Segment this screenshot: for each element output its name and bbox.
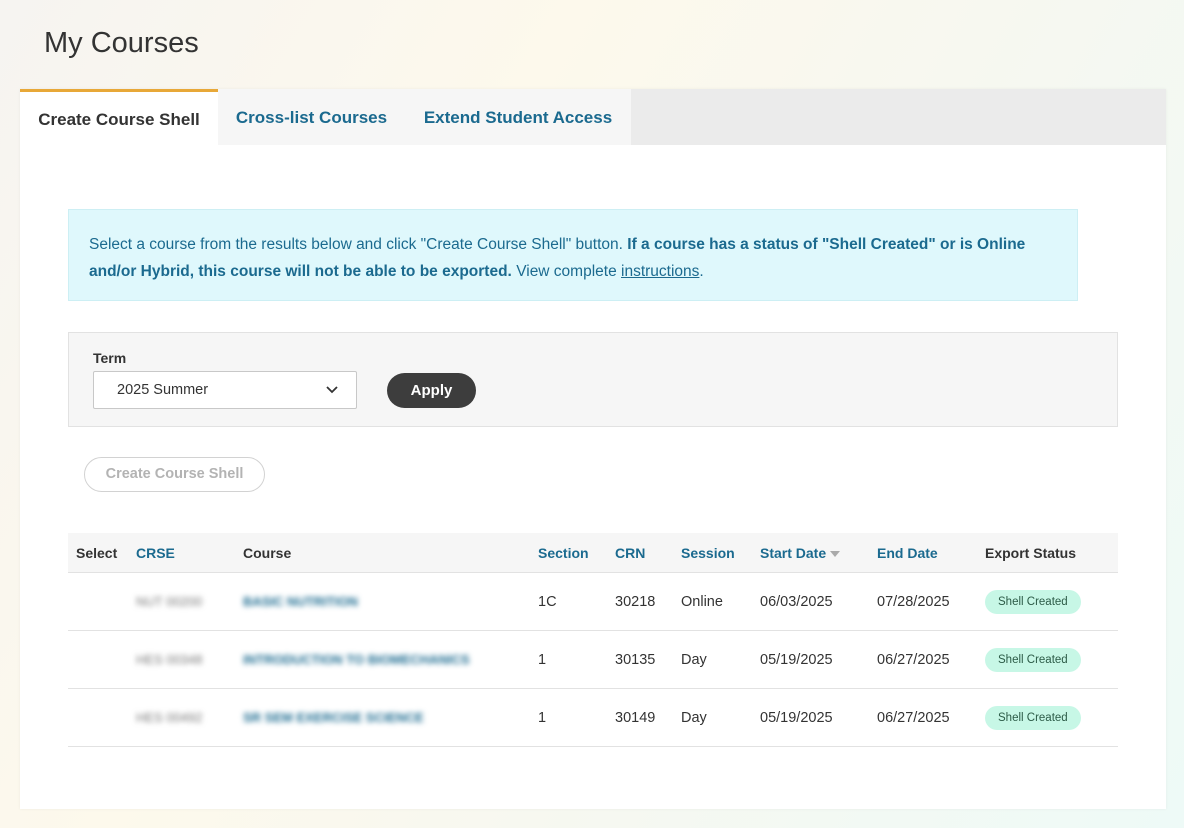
session-cell: Online (681, 572, 760, 631)
header-start-date[interactable]: Start Date (760, 533, 877, 573)
table-row: HES 00348 INTRODUCTION TO BIOMECHANICS 1… (68, 630, 1118, 689)
notice-end: . (699, 263, 704, 280)
end-date-cell: 06/27/2025 (877, 630, 985, 689)
row-select-cell (68, 688, 136, 747)
status-badge: Shell Created (985, 589, 1081, 614)
info-notice: Select a course from the results below a… (68, 209, 1078, 301)
export-status-cell: Shell Created (985, 688, 1118, 747)
chevron-down-icon (326, 386, 338, 394)
tab-extend-student-access[interactable]: Extend Student Access (405, 89, 631, 145)
crse-cell: NUT 00200 (136, 572, 243, 631)
table-row: NUT 00200 BASIC NUTRITION 1C 30218 Onlin… (68, 572, 1118, 631)
notice-view-text: View complete (516, 263, 617, 280)
crn-cell: 30135 (615, 630, 681, 689)
section-cell: 1 (538, 630, 615, 689)
session-cell: Day (681, 630, 760, 689)
term-select[interactable]: 2025 Summer (93, 371, 357, 409)
header-export-status: Export Status (985, 533, 1118, 573)
session-cell: Day (681, 688, 760, 747)
course-link[interactable]: INTRODUCTION TO BIOMECHANICS (243, 630, 538, 689)
term-select-value: 2025 Summer (117, 382, 209, 398)
course-link[interactable]: SR SEM EXERCISE SCIENCE (243, 688, 538, 747)
header-course: Course (243, 533, 538, 573)
header-end-date[interactable]: End Date (877, 533, 985, 573)
term-filter: Term 2025 Summer Apply (68, 332, 1118, 427)
status-badge: Shell Created (985, 705, 1081, 730)
notice-text: Select a course from the results below a… (89, 236, 623, 253)
header-select: Select (68, 533, 136, 573)
crse-cell: HES 00348 (136, 630, 243, 689)
header-session[interactable]: Session (681, 533, 760, 573)
crn-cell: 30218 (615, 572, 681, 631)
row-select-cell (68, 630, 136, 689)
row-select-cell (68, 572, 136, 631)
section-cell: 1C (538, 572, 615, 631)
tab-cross-list-courses[interactable]: Cross-list Courses (218, 89, 405, 145)
start-date-cell: 05/19/2025 (760, 630, 877, 689)
end-date-cell: 06/27/2025 (877, 688, 985, 747)
table-header-row: Select CRSE Course Section CRN Session S… (68, 533, 1118, 573)
header-section[interactable]: Section (538, 533, 615, 573)
sort-down-icon (830, 550, 841, 557)
term-label: Term (93, 350, 127, 366)
section-cell: 1 (538, 688, 615, 747)
start-date-cell: 05/19/2025 (760, 688, 877, 747)
header-crn[interactable]: CRN (615, 533, 681, 573)
crse-cell: HES 00492 (136, 688, 243, 747)
page-title: My Courses (44, 27, 199, 59)
tab-create-course-shell[interactable]: Create Course Shell (20, 89, 218, 145)
apply-button[interactable]: Apply (387, 373, 476, 408)
table-row: HES 00492 SR SEM EXERCISE SCIENCE 1 3014… (68, 688, 1118, 747)
course-link[interactable]: BASIC NUTRITION (243, 572, 538, 631)
export-status-cell: Shell Created (985, 630, 1118, 689)
start-date-cell: 06/03/2025 (760, 572, 877, 631)
instructions-link[interactable]: instructions (621, 263, 699, 280)
tab-bar: Create Course Shell Cross-list Courses E… (20, 89, 1166, 145)
export-status-cell: Shell Created (985, 572, 1118, 631)
create-course-shell-button[interactable]: Create Course Shell (84, 457, 265, 492)
main-panel: Create Course Shell Cross-list Courses E… (20, 89, 1166, 809)
crn-cell: 30149 (615, 688, 681, 747)
courses-table: Select CRSE Course Section CRN Session S… (68, 533, 1118, 747)
status-badge: Shell Created (985, 647, 1081, 672)
end-date-cell: 07/28/2025 (877, 572, 985, 631)
header-crse[interactable]: CRSE (136, 533, 243, 573)
